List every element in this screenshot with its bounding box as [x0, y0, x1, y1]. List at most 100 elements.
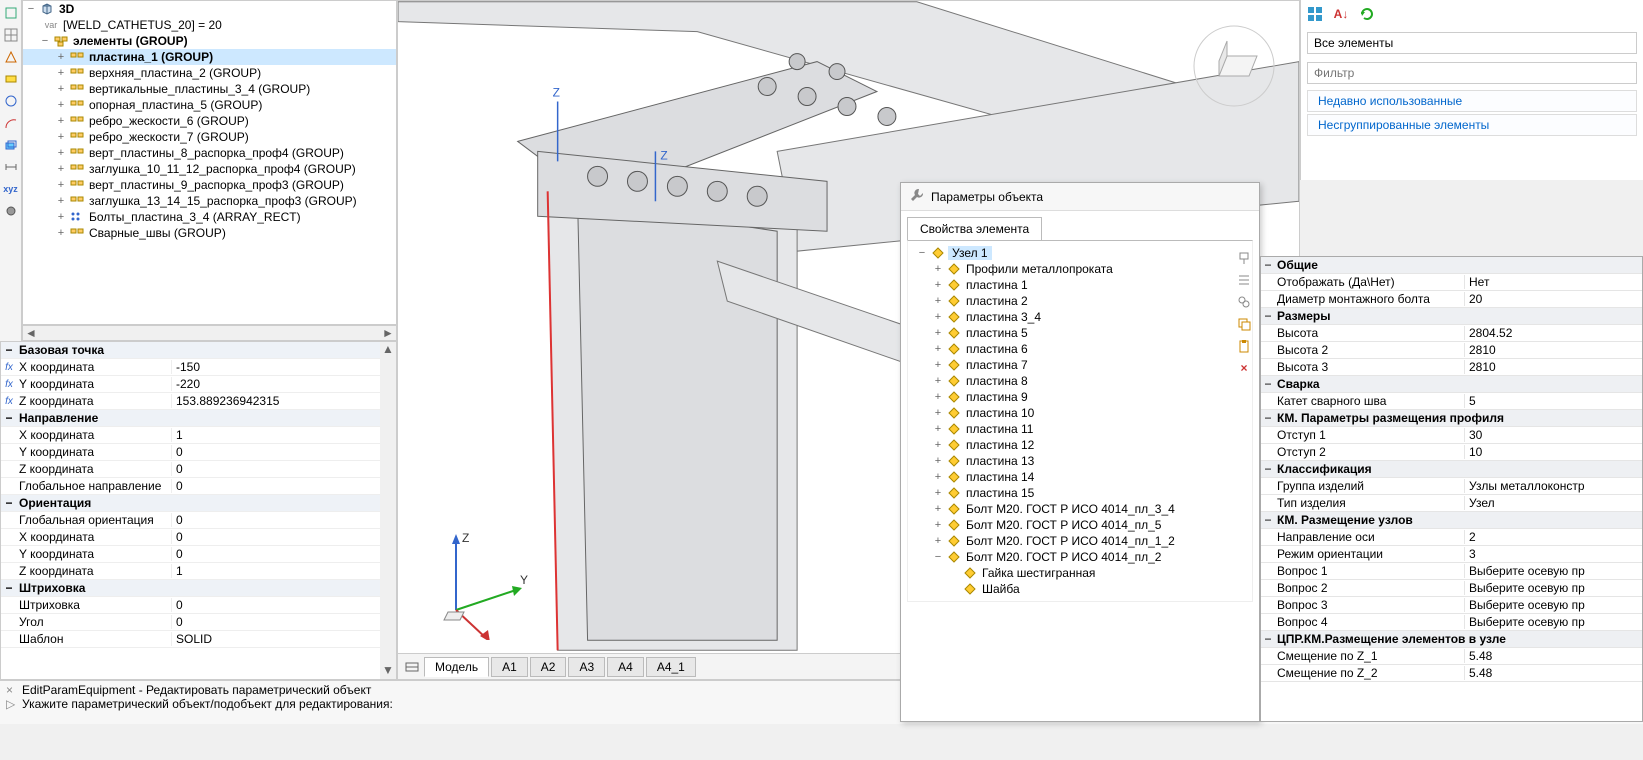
viewport-tab[interactable]: A4	[607, 657, 644, 677]
obj-tree-item[interactable]: +пластина 1	[908, 277, 1252, 293]
tree-item[interactable]: +опорная_пластина_5 (GROUP)	[23, 97, 396, 113]
prop-section-header[interactable]: −Ориентация	[1, 495, 380, 512]
prop-value[interactable]: 1	[172, 428, 380, 442]
obj-tree-item[interactable]: +пластина 12	[908, 437, 1252, 453]
grid-row[interactable]: Режим ориентации3	[1261, 546, 1642, 563]
prop-section-header[interactable]: −Направление	[1, 410, 380, 427]
expand-icon[interactable]: +	[932, 279, 944, 291]
grid-row[interactable]: Отступ 130	[1261, 427, 1642, 444]
obj-tree-item[interactable]: +Профили металлопроката	[908, 261, 1252, 277]
grid-row[interactable]: Группа изделийУзлы металлоконстр	[1261, 478, 1642, 495]
copy-icon[interactable]	[1235, 315, 1253, 333]
prop-value[interactable]: 0	[172, 615, 380, 629]
grid-row[interactable]: Отступ 210	[1261, 444, 1642, 461]
prop-value[interactable]: 0	[172, 513, 380, 527]
delete-icon[interactable]: ×	[1235, 359, 1253, 377]
expand-icon[interactable]: +	[932, 311, 944, 323]
expand-icon[interactable]: +	[932, 327, 944, 339]
expand-icon[interactable]: +	[55, 67, 67, 79]
grid-value[interactable]: 2810	[1465, 360, 1642, 374]
obj-tree-item[interactable]: +пластина 13	[908, 453, 1252, 469]
grid-value[interactable]: 3	[1465, 547, 1642, 561]
prop-value[interactable]: -150	[172, 360, 380, 374]
grid-row[interactable]: Отображать (Да\Нет)Нет	[1261, 274, 1642, 291]
grid-value[interactable]: 5.48	[1465, 666, 1642, 680]
prop-row[interactable]: Z координата1	[1, 563, 380, 580]
collapse-icon[interactable]: −	[1261, 411, 1275, 425]
obj-tree-item[interactable]: +пластина 14	[908, 469, 1252, 485]
collapse-icon[interactable]: −	[1261, 377, 1275, 391]
recently-used-link[interactable]: Недавно использованные	[1307, 90, 1637, 112]
grid-value[interactable]: 20	[1465, 292, 1642, 306]
grid-row[interactable]: Смещение по Z_25.48	[1261, 665, 1642, 682]
all-elements-row[interactable]: Все элементы	[1307, 32, 1637, 54]
tool-cube-icon[interactable]	[2, 4, 20, 22]
prop-value[interactable]: 0	[172, 547, 380, 561]
viewport-tab[interactable]: Модель	[424, 657, 489, 677]
collapse-icon[interactable]: −	[932, 551, 944, 563]
filter-input[interactable]	[1307, 62, 1637, 84]
prop-row[interactable]: Y координата0	[1, 546, 380, 563]
grid-value[interactable]: 30	[1465, 428, 1642, 442]
collapse-icon[interactable]: −	[916, 247, 928, 259]
grid-value[interactable]: 5	[1465, 394, 1642, 408]
obj-tree-item[interactable]: +пластина 11	[908, 421, 1252, 437]
grid-value[interactable]: 10	[1465, 445, 1642, 459]
expand-icon[interactable]: +	[932, 519, 944, 531]
tree-item[interactable]: +пластина_1 (GROUP)	[23, 49, 396, 65]
prop-value[interactable]: 0	[172, 462, 380, 476]
grid-value[interactable]: 5.48	[1465, 649, 1642, 663]
grid-row[interactable]: Высота 22810	[1261, 342, 1642, 359]
tree-item[interactable]: +верт_пластины_9_распорка_проф3 (GROUP)	[23, 177, 396, 193]
grid-row[interactable]: Вопрос 2Выберите осевую пр	[1261, 580, 1642, 597]
prop-row[interactable]: fxY координата-220	[1, 376, 380, 393]
prop-section-header[interactable]: −Штриховка	[1, 580, 380, 597]
viewport-tab[interactable]: A2	[530, 657, 567, 677]
obj-tree-subitem[interactable]: Шайба	[908, 581, 1252, 597]
grid-section-header[interactable]: −КМ. Размещение узлов	[1261, 512, 1642, 529]
tab-element-props[interactable]: Свойства элемента	[907, 217, 1042, 240]
tree-root-3d[interactable]: − 3D	[23, 1, 396, 17]
prop-vscroll[interactable]: ▲ ▼	[380, 342, 396, 679]
expand-icon[interactable]: +	[932, 375, 944, 387]
collapse-icon[interactable]: −	[25, 3, 37, 15]
grid-row[interactable]: Вопрос 4Выберите осевую пр	[1261, 614, 1642, 631]
prop-row[interactable]: Угол0	[1, 614, 380, 631]
grid-section-header[interactable]: −Сварка	[1261, 376, 1642, 393]
grid-section-header[interactable]: −ЦПР.КМ.Размещение элементов в узле	[1261, 631, 1642, 648]
tool-layer-icon[interactable]	[2, 136, 20, 154]
expand-icon[interactable]: +	[55, 227, 67, 239]
tree-item[interactable]: +заглушка_13_14_15_распорка_проф3 (GROUP…	[23, 193, 396, 209]
prop-row[interactable]: Глобальная ориентация0	[1, 512, 380, 529]
obj-tree-item[interactable]: +пластина 15	[908, 485, 1252, 501]
viewport-tab[interactable]: A3	[568, 657, 605, 677]
tool-axis-icon[interactable]: xyz	[2, 180, 20, 198]
grid-value[interactable]: Узлы металлоконстр	[1465, 479, 1642, 493]
prop-row[interactable]: Глобальное направление0	[1, 478, 380, 495]
grid-view-icon[interactable]	[1305, 4, 1325, 24]
grid-section-header[interactable]: −Размеры	[1261, 308, 1642, 325]
expand-icon[interactable]: +	[55, 83, 67, 95]
expand-icon[interactable]: +	[932, 471, 944, 483]
tree-item[interactable]: +Болты_пластина_3_4 (ARRAY_RECT)	[23, 209, 396, 225]
chain-icon[interactable]	[1235, 293, 1253, 311]
prop-value[interactable]: 153.889236942315	[172, 394, 380, 408]
scroll-left-icon[interactable]: ◄	[23, 326, 39, 340]
grid-row[interactable]: Высота 32810	[1261, 359, 1642, 376]
prop-row[interactable]: Штриховка0	[1, 597, 380, 614]
tool-quad-icon[interactable]	[2, 70, 20, 88]
expand-icon[interactable]: +	[55, 131, 67, 143]
prop-value[interactable]: 0	[172, 530, 380, 544]
expand-icon[interactable]: +	[932, 487, 944, 499]
expand-icon[interactable]: +	[55, 147, 67, 159]
grid-row[interactable]: Катет сварного шва5	[1261, 393, 1642, 410]
collapse-icon[interactable]: −	[39, 35, 51, 47]
collapse-icon[interactable]: −	[1261, 462, 1275, 476]
collapse-icon[interactable]: −	[1, 343, 17, 357]
scroll-up-icon[interactable]: ▲	[382, 342, 394, 358]
collapse-icon[interactable]: −	[1261, 258, 1275, 272]
expand-icon[interactable]: +	[932, 455, 944, 467]
close-icon[interactable]: ×	[6, 683, 18, 697]
tool-arc-icon[interactable]	[2, 114, 20, 132]
tree-item[interactable]: +ребро_жескости_6 (GROUP)	[23, 113, 396, 129]
